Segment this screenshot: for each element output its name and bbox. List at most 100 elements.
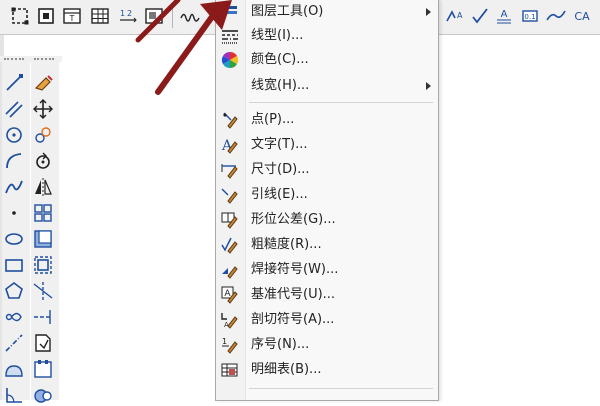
break-icon[interactable]	[32, 332, 54, 354]
leader-icon	[220, 185, 240, 205]
text-curve-icon[interactable]: A	[446, 6, 466, 26]
submenu-arrow-icon	[426, 82, 431, 90]
arc-icon[interactable]	[3, 150, 25, 172]
svg-text:1: 1	[222, 337, 227, 346]
menu-item-layer-tools[interactable]: 图层工具(O)	[216, 0, 438, 24]
svg-text:CA: CA	[574, 10, 590, 23]
draw-tool-panel	[2, 62, 30, 403]
point-icon	[220, 110, 240, 130]
chamfer-icon[interactable]	[32, 358, 54, 380]
numbering-icon[interactable]: 12	[118, 6, 138, 26]
svg-text:A: A	[501, 9, 508, 20]
parallel-line-icon[interactable]	[3, 98, 25, 120]
text-icon: A	[220, 135, 240, 155]
color-wheel-icon	[220, 50, 240, 70]
svg-text:2: 2	[127, 9, 132, 18]
menu-item-color[interactable]: 颜色(C)...	[216, 48, 438, 72]
menu-separator	[249, 388, 433, 389]
polygon-icon[interactable]	[3, 280, 25, 302]
menu-item-label: 线宽(H)...	[251, 78, 310, 93]
menu-item-label: 基准代号(U)...	[251, 287, 336, 302]
point-tool-icon[interactable]	[3, 202, 25, 224]
check-icon[interactable]	[470, 6, 490, 26]
menu-item-dimension[interactable]: 尺寸(D)...	[216, 158, 438, 182]
copy-icon[interactable]	[32, 124, 54, 146]
menu-item-label: 引线(E)...	[251, 187, 308, 202]
sequence-number-icon: 1	[220, 335, 240, 355]
spline-icon[interactable]	[3, 176, 25, 198]
geometric-tolerance-icon	[220, 210, 240, 230]
offset-icon[interactable]	[32, 228, 54, 250]
menu-item-label: 焊接符号(W)...	[251, 262, 339, 277]
erase-icon[interactable]	[32, 72, 54, 94]
roughness-icon	[220, 235, 240, 255]
menu-item-bill-of-materials[interactable]: 明细表(B)...	[216, 358, 438, 382]
menu-item-datum[interactable]: A 基准代号(U)...	[216, 283, 438, 307]
menu-item-label: 序号(N)...	[251, 337, 310, 352]
move-icon[interactable]	[32, 98, 54, 120]
centerline-icon[interactable]	[3, 332, 25, 354]
text-style-icon[interactable]: CA	[572, 6, 592, 26]
menu-separator	[249, 102, 433, 103]
menu-item-label: 粗糙度(R)...	[251, 237, 322, 252]
menu-item-leader[interactable]: 引线(E)...	[216, 183, 438, 207]
section-symbol-icon: A	[220, 310, 240, 330]
menu-item-label: 图层工具(O)	[251, 4, 324, 19]
menu-item-sequence-number[interactable]: 1 序号(N)...	[216, 333, 438, 357]
format-dropdown-menu: 图层工具(O) 线型(I)... 颜色(C)... 线宽(H)... 点(P).…	[215, 0, 439, 401]
toolbar-separator	[172, 6, 173, 28]
mirror-icon[interactable]	[32, 176, 54, 198]
trim-icon[interactable]	[32, 280, 54, 302]
circle-icon[interactable]	[3, 124, 25, 146]
menu-item-label: 点(P)...	[251, 112, 295, 127]
weld-symbol-icon	[220, 260, 240, 280]
scale-icon[interactable]	[32, 254, 54, 276]
lineweight-icon	[220, 76, 240, 96]
rectangle-icon[interactable]	[3, 254, 25, 276]
layer-tools-icon	[220, 2, 240, 22]
menu-item-roughness[interactable]: 粗糙度(R)...	[216, 233, 438, 257]
image-icon[interactable]	[144, 6, 164, 26]
datum-icon: A	[220, 285, 240, 305]
menu-item-label: 颜色(C)...	[251, 52, 309, 67]
node-icon[interactable]	[3, 306, 25, 328]
menu-item-point[interactable]: 点(P)...	[216, 108, 438, 132]
array-icon[interactable]	[32, 202, 54, 224]
angle-icon[interactable]	[3, 384, 25, 406]
hatch-icon[interactable]	[3, 358, 25, 380]
menu-item-label: 尺寸(D)...	[251, 162, 310, 177]
curve-icon[interactable]	[180, 6, 200, 26]
zoom-window-icon[interactable]	[10, 6, 30, 26]
table-icon[interactable]	[90, 6, 110, 26]
menu-item-linetype[interactable]: 线型(I)...	[216, 24, 438, 48]
svg-text:1: 1	[120, 9, 125, 18]
linetype-icon	[220, 26, 240, 46]
ellipse-icon[interactable]	[3, 228, 25, 250]
menu-item-label: 形位公差(G)...	[251, 212, 336, 227]
dimension-icon	[220, 160, 240, 180]
menu-item-label: 文字(T)...	[251, 137, 308, 152]
zoom-extents-icon[interactable]	[36, 6, 56, 26]
menu-item-weld-symbol[interactable]: 焊接符号(W)...	[216, 258, 438, 282]
text-annotation-icon[interactable]: A	[494, 6, 514, 26]
svg-text:T: T	[69, 14, 75, 23]
menu-item-section-symbol[interactable]: A 剖切符号(A)...	[216, 308, 438, 332]
svg-text:A: A	[457, 11, 463, 20]
extend-icon[interactable]	[32, 306, 54, 328]
bill-of-materials-icon	[220, 360, 240, 380]
rotate-icon[interactable]	[32, 150, 54, 172]
stretch-icon[interactable]	[32, 384, 54, 406]
edit-tool-panel	[31, 62, 59, 403]
dimension-box-icon[interactable]: 0.1	[520, 6, 540, 26]
leader-curve-icon[interactable]	[546, 6, 566, 26]
menu-item-label: 剖切符号(A)...	[251, 312, 335, 327]
table-text-icon[interactable]: T	[62, 6, 82, 26]
menu-item-text[interactable]: A 文字(T)...	[216, 133, 438, 157]
menu-item-label: 线型(I)...	[251, 28, 304, 43]
svg-text:0.1: 0.1	[524, 13, 535, 21]
line-icon[interactable]	[3, 72, 25, 94]
menu-item-label: 明细表(B)...	[251, 362, 322, 377]
menu-item-geometric-tolerance[interactable]: 形位公差(G)...	[216, 208, 438, 232]
submenu-arrow-icon	[426, 8, 431, 16]
menu-item-lineweight[interactable]: 线宽(H)...	[216, 74, 438, 98]
